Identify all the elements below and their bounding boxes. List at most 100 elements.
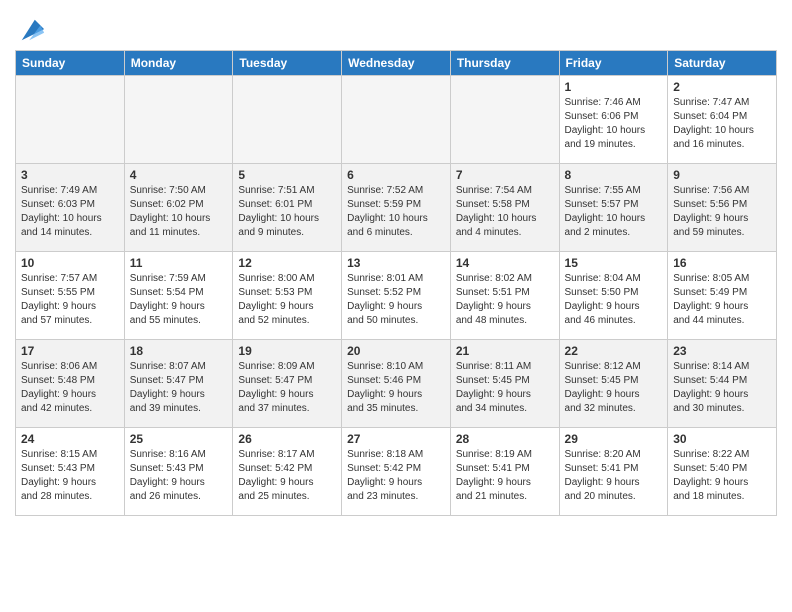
- calendar-cell: 27 Sunrise: 8:18 AM Sunset: 5:42 PM Dayli…: [342, 428, 451, 516]
- day-info: Sunrise: 8:10 AM Sunset: 5:46 PM Dayligh…: [347, 360, 445, 416]
- day-info: Sunrise: 7:47 AM Sunset: 6:04 PM Dayligh…: [673, 96, 771, 152]
- calendar-cell: 11 Sunrise: 7:59 AM Sunset: 5:54 PM Dayli…: [124, 252, 233, 340]
- day-info: Sunrise: 8:05 AM Sunset: 5:49 PM Dayligh…: [673, 272, 771, 328]
- calendar-cell: 13Sunrise: 8:01 AM Sunset: 5:52 PM Dayli…: [342, 252, 451, 340]
- calendar-week-row: 1Sunrise: 7:46 AM Sunset: 6:06 PM Daylig…: [16, 76, 777, 164]
- weekday-header-saturday: Saturday: [668, 51, 777, 76]
- calendar-cell: 1Sunrise: 7:46 AM Sunset: 6:06 PM Daylig…: [559, 76, 668, 164]
- day-number: 14: [456, 256, 554, 270]
- calendar-cell: 4Sunrise: 7:50 AM Sunset: 6:02 PM Daylig…: [124, 164, 233, 252]
- day-number: 3: [21, 168, 119, 182]
- calendar-cell: 17 Sunrise: 8:06 AM Sunset: 5:48 PM Dayli…: [16, 340, 125, 428]
- day-info: Sunrise: 7:54 AM Sunset: 5:58 PM Dayligh…: [456, 184, 554, 240]
- calendar-cell: 15 Sunrise: 8:04 AM Sunset: 5:50 PM Dayli…: [559, 252, 668, 340]
- calendar-cell: 7 Sunrise: 7:54 AM Sunset: 5:58 PM Daylig…: [450, 164, 559, 252]
- day-info: Sunrise: 8:15 AM Sunset: 5:43 PM Dayligh…: [21, 448, 119, 504]
- calendar-cell: [342, 76, 451, 164]
- day-number: 17: [21, 344, 119, 358]
- day-info: Sunrise: 7:56 AM Sunset: 5:56 PM Dayligh…: [673, 184, 771, 240]
- weekday-header-thursday: Thursday: [450, 51, 559, 76]
- day-info: Sunrise: 8:19 AM Sunset: 5:41 PM Dayligh…: [456, 448, 554, 504]
- calendar-cell: 12 Sunrise: 8:00 AM Sunset: 5:53 PM Dayli…: [233, 252, 342, 340]
- weekday-header-friday: Friday: [559, 51, 668, 76]
- day-number: 7: [456, 168, 554, 182]
- calendar-week-row: 3Sunrise: 7:49 AM Sunset: 6:03 PM Daylig…: [16, 164, 777, 252]
- day-number: 12: [238, 256, 336, 270]
- day-number: 16: [673, 256, 771, 270]
- day-info: Sunrise: 8:20 AM Sunset: 5:41 PM Dayligh…: [565, 448, 663, 504]
- calendar-cell: [450, 76, 559, 164]
- day-info: Sunrise: 7:51 AM Sunset: 6:01 PM Dayligh…: [238, 184, 336, 240]
- weekday-header-wednesday: Wednesday: [342, 51, 451, 76]
- day-info: Sunrise: 7:46 AM Sunset: 6:06 PM Dayligh…: [565, 96, 663, 152]
- calendar-week-row: 10 Sunrise: 7:57 AM Sunset: 5:55 PM Dayli…: [16, 252, 777, 340]
- weekday-header-tuesday: Tuesday: [233, 51, 342, 76]
- day-number: 27: [347, 432, 445, 446]
- day-info: Sunrise: 8:22 AM Sunset: 5:40 PM Dayligh…: [673, 448, 771, 504]
- calendar-cell: 3Sunrise: 7:49 AM Sunset: 6:03 PM Daylig…: [16, 164, 125, 252]
- day-number: 5: [238, 168, 336, 182]
- day-info: Sunrise: 7:55 AM Sunset: 5:57 PM Dayligh…: [565, 184, 663, 240]
- day-info: Sunrise: 8:11 AM Sunset: 5:45 PM Dayligh…: [456, 360, 554, 416]
- day-info: Sunrise: 8:09 AM Sunset: 5:47 PM Dayligh…: [238, 360, 336, 416]
- calendar-cell: 14 Sunrise: 8:02 AM Sunset: 5:51 PM Dayli…: [450, 252, 559, 340]
- day-number: 2: [673, 80, 771, 94]
- calendar-week-row: 24 Sunrise: 8:15 AM Sunset: 5:43 PM Dayli…: [16, 428, 777, 516]
- calendar-cell: 6 Sunrise: 7:52 AM Sunset: 5:59 PM Daylig…: [342, 164, 451, 252]
- day-number: 6: [347, 168, 445, 182]
- calendar-cell: [16, 76, 125, 164]
- day-info: Sunrise: 7:57 AM Sunset: 5:55 PM Dayligh…: [21, 272, 119, 328]
- calendar-cell: 30 Sunrise: 8:22 AM Sunset: 5:40 PM Dayli…: [668, 428, 777, 516]
- calendar-cell: 19 Sunrise: 8:09 AM Sunset: 5:47 PM Dayli…: [233, 340, 342, 428]
- day-info: Sunrise: 8:04 AM Sunset: 5:50 PM Dayligh…: [565, 272, 663, 328]
- day-number: 22: [565, 344, 663, 358]
- day-info: Sunrise: 8:18 AM Sunset: 5:42 PM Dayligh…: [347, 448, 445, 504]
- calendar-cell: 24 Sunrise: 8:15 AM Sunset: 5:43 PM Dayli…: [16, 428, 125, 516]
- calendar-cell: 28Sunrise: 8:19 AM Sunset: 5:41 PM Dayli…: [450, 428, 559, 516]
- calendar-cell: [124, 76, 233, 164]
- day-number: 24: [21, 432, 119, 446]
- weekday-header-sunday: Sunday: [16, 51, 125, 76]
- calendar-week-row: 17 Sunrise: 8:06 AM Sunset: 5:48 PM Dayli…: [16, 340, 777, 428]
- day-info: Sunrise: 8:16 AM Sunset: 5:43 PM Dayligh…: [130, 448, 228, 504]
- logo: [15, 16, 46, 44]
- day-number: 26: [238, 432, 336, 446]
- day-number: 8: [565, 168, 663, 182]
- weekday-header-monday: Monday: [124, 51, 233, 76]
- calendar-cell: 25 Sunrise: 8:16 AM Sunset: 5:43 PM Dayli…: [124, 428, 233, 516]
- calendar-cell: 2 Sunrise: 7:47 AM Sunset: 6:04 PM Daylig…: [668, 76, 777, 164]
- day-info: Sunrise: 8:02 AM Sunset: 5:51 PM Dayligh…: [456, 272, 554, 328]
- day-number: 20: [347, 344, 445, 358]
- day-number: 11: [130, 256, 228, 270]
- day-number: 10: [21, 256, 119, 270]
- day-number: 25: [130, 432, 228, 446]
- day-info: Sunrise: 8:12 AM Sunset: 5:45 PM Dayligh…: [565, 360, 663, 416]
- calendar-cell: 18Sunrise: 8:07 AM Sunset: 5:47 PM Dayli…: [124, 340, 233, 428]
- day-info: Sunrise: 8:14 AM Sunset: 5:44 PM Dayligh…: [673, 360, 771, 416]
- logo-icon: [18, 16, 46, 44]
- day-info: Sunrise: 7:52 AM Sunset: 5:59 PM Dayligh…: [347, 184, 445, 240]
- day-number: 15: [565, 256, 663, 270]
- day-number: 13: [347, 256, 445, 270]
- calendar-cell: 23 Sunrise: 8:14 AM Sunset: 5:44 PM Dayli…: [668, 340, 777, 428]
- calendar-cell: 9 Sunrise: 7:56 AM Sunset: 5:56 PM Daylig…: [668, 164, 777, 252]
- day-info: Sunrise: 7:59 AM Sunset: 5:54 PM Dayligh…: [130, 272, 228, 328]
- day-number: 29: [565, 432, 663, 446]
- day-info: Sunrise: 8:00 AM Sunset: 5:53 PM Dayligh…: [238, 272, 336, 328]
- calendar-cell: 26 Sunrise: 8:17 AM Sunset: 5:42 PM Dayli…: [233, 428, 342, 516]
- day-info: Sunrise: 8:07 AM Sunset: 5:47 PM Dayligh…: [130, 360, 228, 416]
- day-number: 23: [673, 344, 771, 358]
- calendar-cell: 16 Sunrise: 8:05 AM Sunset: 5:49 PM Dayli…: [668, 252, 777, 340]
- day-number: 9: [673, 168, 771, 182]
- calendar-cell: 8 Sunrise: 7:55 AM Sunset: 5:57 PM Daylig…: [559, 164, 668, 252]
- day-number: 30: [673, 432, 771, 446]
- day-info: Sunrise: 8:17 AM Sunset: 5:42 PM Dayligh…: [238, 448, 336, 504]
- calendar-cell: 5 Sunrise: 7:51 AM Sunset: 6:01 PM Daylig…: [233, 164, 342, 252]
- day-info: Sunrise: 8:06 AM Sunset: 5:48 PM Dayligh…: [21, 360, 119, 416]
- calendar-cell: 22 Sunrise: 8:12 AM Sunset: 5:45 PM Dayli…: [559, 340, 668, 428]
- calendar-cell: 29 Sunrise: 8:20 AM Sunset: 5:41 PM Dayli…: [559, 428, 668, 516]
- day-number: 19: [238, 344, 336, 358]
- day-info: Sunrise: 7:50 AM Sunset: 6:02 PM Dayligh…: [130, 184, 228, 240]
- calendar-cell: 10 Sunrise: 7:57 AM Sunset: 5:55 PM Dayli…: [16, 252, 125, 340]
- day-number: 21: [456, 344, 554, 358]
